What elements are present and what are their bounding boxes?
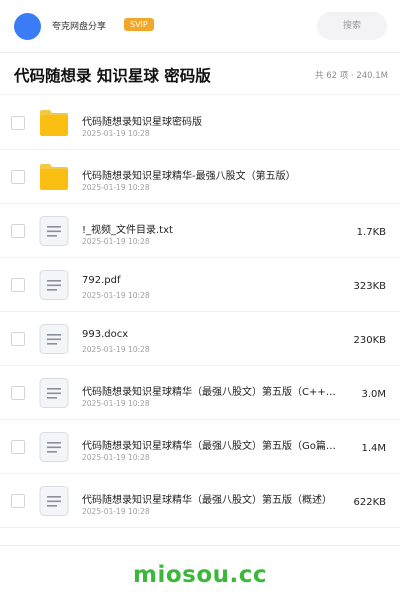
select-checkbox[interactable]	[11, 332, 25, 346]
list-item[interactable]: 993.docx 2025-01-19 10:28 230KB	[0, 312, 400, 366]
file-name[interactable]: 代码随想录知识星球精华（最强八股文）第五版（概述）	[82, 491, 358, 506]
header-divider	[0, 52, 400, 53]
file-date: 2025-01-19 10:28	[82, 399, 150, 408]
document-icon	[39, 324, 69, 354]
file-name[interactable]: 代码随想录知识星球精华（最强八股文）第五版（C++…	[82, 383, 358, 398]
folder-icon	[39, 162, 69, 192]
file-date: 2025-01-19 10:28	[82, 183, 150, 192]
header: 夸克网盘分享 SVIP 搜索	[0, 0, 400, 52]
document-icon	[39, 486, 69, 516]
list-item[interactable]: !_视频_文件目录.txt 2025-01-19 10:28 1.7KB	[0, 204, 400, 258]
file-date: 2025-01-19 10:28	[82, 237, 150, 246]
file-name[interactable]: 代码随想录知识星球精华（最强八股文）第五版（Go篇…	[82, 437, 358, 452]
list-item[interactable]: 代码随想录知识星球精华（最强八股文）第五版（C++… 2025-01-19 10…	[0, 366, 400, 420]
document-icon	[39, 378, 69, 408]
file-name[interactable]: 993.docx	[82, 329, 358, 340]
avatar[interactable]	[14, 13, 41, 40]
file-name[interactable]: 代码随想录知识星球精华-最强八股文（第五版）	[82, 167, 358, 182]
brand-watermark: miosou.cc	[132, 562, 268, 588]
list-item[interactable]: 792.pdf 2025-01-19 10:28 323KB	[0, 258, 400, 312]
document-icon	[39, 432, 69, 462]
file-size: 3.0M	[361, 389, 386, 400]
svip-badge: SVIP	[124, 18, 154, 31]
file-size: 323KB	[353, 281, 386, 292]
file-name[interactable]: 代码随想录知识星球密码版	[82, 113, 358, 128]
select-checkbox[interactable]	[11, 170, 25, 184]
select-checkbox[interactable]	[11, 224, 25, 238]
page-title: 代码随想录 知识星球 密码版	[14, 67, 211, 85]
select-checkbox[interactable]	[11, 440, 25, 454]
file-size: 1.4M	[361, 443, 386, 454]
file-list: 代码随想录知识星球密码版 2025-01-19 10:28 代码随想录知识星球精…	[0, 96, 400, 528]
file-size: 230KB	[353, 335, 386, 346]
title-divider	[0, 94, 400, 95]
file-date: 2025-01-19 10:28	[82, 507, 150, 516]
search-input[interactable]: 搜索	[317, 12, 387, 40]
select-checkbox[interactable]	[11, 386, 25, 400]
select-checkbox[interactable]	[11, 116, 25, 130]
list-item[interactable]: 代码随想录知识星球精华（最强八股文）第五版（概述） 2025-01-19 10:…	[0, 474, 400, 528]
folder-meta: 共 62 项 · 240.1M	[315, 71, 388, 81]
footer-divider	[0, 545, 400, 546]
share-title: 夸克网盘分享	[52, 22, 107, 32]
file-name[interactable]: !_视频_文件目录.txt	[82, 221, 358, 236]
list-item[interactable]: 代码随想录知识星球密码版 2025-01-19 10:28	[0, 96, 400, 150]
select-checkbox[interactable]	[11, 278, 25, 292]
file-date: 2025-01-19 10:28	[82, 129, 150, 138]
folder-icon	[39, 108, 69, 138]
file-size: 622KB	[353, 497, 386, 508]
list-item[interactable]: 代码随想录知识星球精华-最强八股文（第五版） 2025-01-19 10:28	[0, 150, 400, 204]
file-size: 1.7KB	[356, 227, 386, 238]
list-item[interactable]: 代码随想录知识星球精华（最强八股文）第五版（Go篇… 2025-01-19 10…	[0, 420, 400, 474]
document-icon	[39, 216, 69, 246]
document-icon	[39, 270, 69, 300]
file-date: 2025-01-19 10:28	[82, 291, 150, 300]
file-name[interactable]: 792.pdf	[82, 275, 358, 286]
file-date: 2025-01-19 10:28	[82, 345, 150, 354]
select-checkbox[interactable]	[11, 494, 25, 508]
file-date: 2025-01-19 10:28	[82, 453, 150, 462]
